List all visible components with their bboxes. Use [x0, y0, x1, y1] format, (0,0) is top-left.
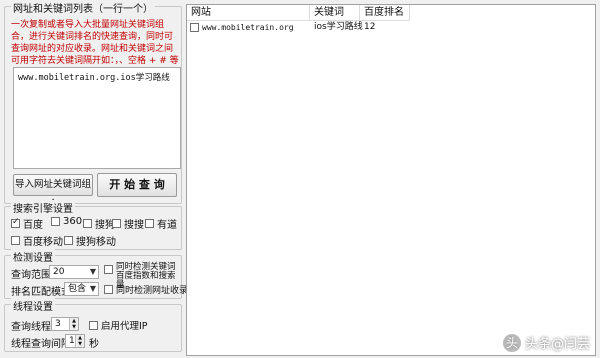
watermark-logo-icon: 头	[502, 333, 521, 352]
engine-checkbox-baidu-mobile[interactable]: 百度移动	[11, 233, 63, 248]
results-table[interactable]: 网站 关键词 百度排名 www.mobiletrain.org ios学习路线 …	[186, 4, 596, 356]
range-select[interactable]: 20 ▼	[49, 265, 99, 279]
interval-stepper[interactable]: 1 ▲ ▼	[65, 334, 85, 348]
chevron-down-icon: ▼	[89, 267, 96, 276]
url-keyword-group: 网址和关键词列表（一行一个） 一次复制或者导入大批量网址关键词组合，进行关键词排…	[4, 0, 182, 210]
engine-checkbox-360[interactable]: 360	[51, 216, 82, 227]
interval-unit: 秒	[89, 339, 99, 350]
chevron-down-icon: ▼	[89, 284, 96, 293]
watermark-text: 头条@闫芸	[524, 337, 590, 352]
row-rank: 12	[364, 22, 376, 32]
checkbox-baidu-mobile[interactable]	[11, 236, 20, 245]
thread-settings-title: 线程设置	[11, 298, 55, 313]
engine-settings-group: 搜索引擎设置 百度 360 搜狗 搜搜 有道 百度移动 搜狗移动	[4, 200, 182, 250]
stepper-arrows-icon[interactable]: ▲ ▼	[75, 335, 84, 347]
checkbox-proxy[interactable]	[89, 320, 98, 330]
checkbox-soso[interactable]	[112, 219, 121, 228]
row-site: www.mobiletrain.org	[202, 23, 294, 32]
checkbox-360[interactable]	[51, 217, 60, 226]
threads-stepper[interactable]: 3 ▲ ▼	[51, 317, 79, 331]
engine-checkbox-sogou[interactable]: 搜狗	[83, 216, 115, 231]
checkbox-sogou[interactable]	[83, 219, 92, 228]
start-query-button[interactable]: 开 始 查 询	[97, 173, 177, 197]
checkbox-youdao[interactable]	[145, 219, 154, 228]
import-button[interactable]: 导入网址关键词组合	[13, 174, 93, 210]
row-checkbox[interactable]	[190, 23, 199, 32]
engine-checkbox-sogou-mobile[interactable]: 搜狗移动	[64, 233, 116, 248]
column-header-keyword[interactable]: 关键词	[310, 5, 360, 21]
watermark: 头 头条@闫芸	[502, 333, 590, 352]
match-mode-select[interactable]: 包含 ▼	[64, 282, 99, 296]
stepper-arrows-icon[interactable]: ▲ ▼	[69, 318, 78, 330]
engine-checkbox-baidu[interactable]: 百度	[11, 216, 43, 231]
engine-checkbox-soso[interactable]: 搜搜	[112, 216, 144, 231]
proxy-checkbox[interactable]: 启用代理IP	[89, 318, 148, 332]
engine-settings-title: 搜索引擎设置	[11, 200, 75, 215]
url-keyword-group-title: 网址和关键词列表（一行一个）	[11, 0, 155, 15]
checkbox-baidu[interactable]	[11, 217, 20, 228]
thread-settings-group: 线程设置 查询线程： 3 ▲ ▼ 启用代理IP 线程查询间隔： 1 ▲ ▼ 秒	[4, 298, 182, 352]
checkbox-detect-index[interactable]	[104, 285, 113, 294]
checkbox-detect-site[interactable]	[104, 265, 113, 274]
table-row[interactable]: www.mobiletrain.org ios学习路线 12	[187, 22, 410, 34]
detect-settings-title: 检测设置	[11, 249, 55, 264]
url-keyword-textarea[interactable]: www.mobiletrain.org.ios学习路线	[13, 67, 181, 169]
row-keyword: ios学习路线	[314, 22, 363, 32]
checkbox-sogou-mobile[interactable]	[64, 236, 73, 245]
detect-index-checkbox[interactable]: 同时检测网址收录	[104, 283, 188, 296]
column-header-site[interactable]: 网站	[187, 5, 310, 21]
detect-settings-group: 检测设置 查询范围： 20 ▼ 同时检测关键词百度指数和搜索量 排名匹配模式： …	[4, 249, 188, 299]
column-header-rank[interactable]: 百度排名	[360, 5, 410, 21]
engine-checkbox-youdao[interactable]: 有道	[145, 216, 177, 231]
